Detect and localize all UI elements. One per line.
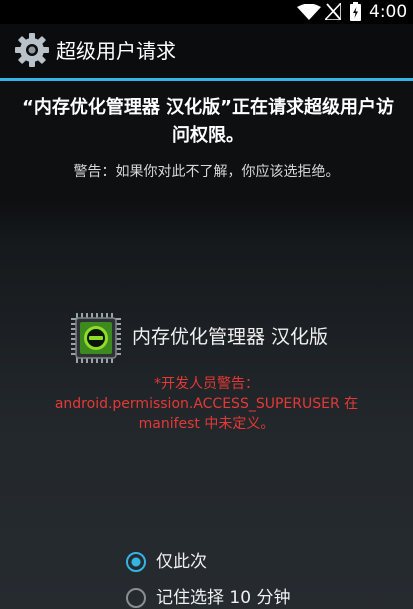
- radio-remember-10-minutes[interactable]: [126, 588, 146, 608]
- dialog-title: 超级用户请求: [56, 39, 176, 63]
- dev-warning-body-2: manifest 中未定义。: [138, 416, 275, 432]
- no-signal-icon: [325, 3, 341, 20]
- status-time: 4:00: [369, 2, 408, 22]
- status-bar: 4:00: [0, 0, 413, 24]
- option-once-label: 仅此次: [156, 552, 207, 572]
- radio-once[interactable]: [126, 552, 146, 572]
- title-divider: [0, 78, 413, 81]
- app-name: 内存优化管理器 汉化版: [132, 326, 329, 348]
- wifi-icon: [297, 4, 321, 20]
- gear-icon: [15, 33, 49, 67]
- dev-warning-title: *开发人员警告：: [154, 376, 259, 392]
- superuser-request-screen: 4:00 超级用户请求 “内存优化管理器 汉化版”正在请求超级用户访问权限。 警…: [0, 0, 413, 609]
- dev-warning-body-1: android.permission.ACCESS_SUPERUSER 在: [54, 396, 359, 412]
- chip-icon: [71, 313, 121, 363]
- request-message: “内存优化管理器 汉化版”正在请求超级用户访问权限。: [22, 97, 394, 146]
- option-remember-label: 记住选择 10 分钟: [156, 588, 291, 608]
- developer-warning: *开发人员警告： android.permission.ACCESS_SUPER…: [30, 374, 383, 434]
- title-bar: 超级用户请求: [0, 24, 413, 78]
- battery-charging-icon: [350, 2, 361, 21]
- deny-warning: 警告：如果你对此不了解，你应该选拒绝。: [73, 164, 340, 180]
